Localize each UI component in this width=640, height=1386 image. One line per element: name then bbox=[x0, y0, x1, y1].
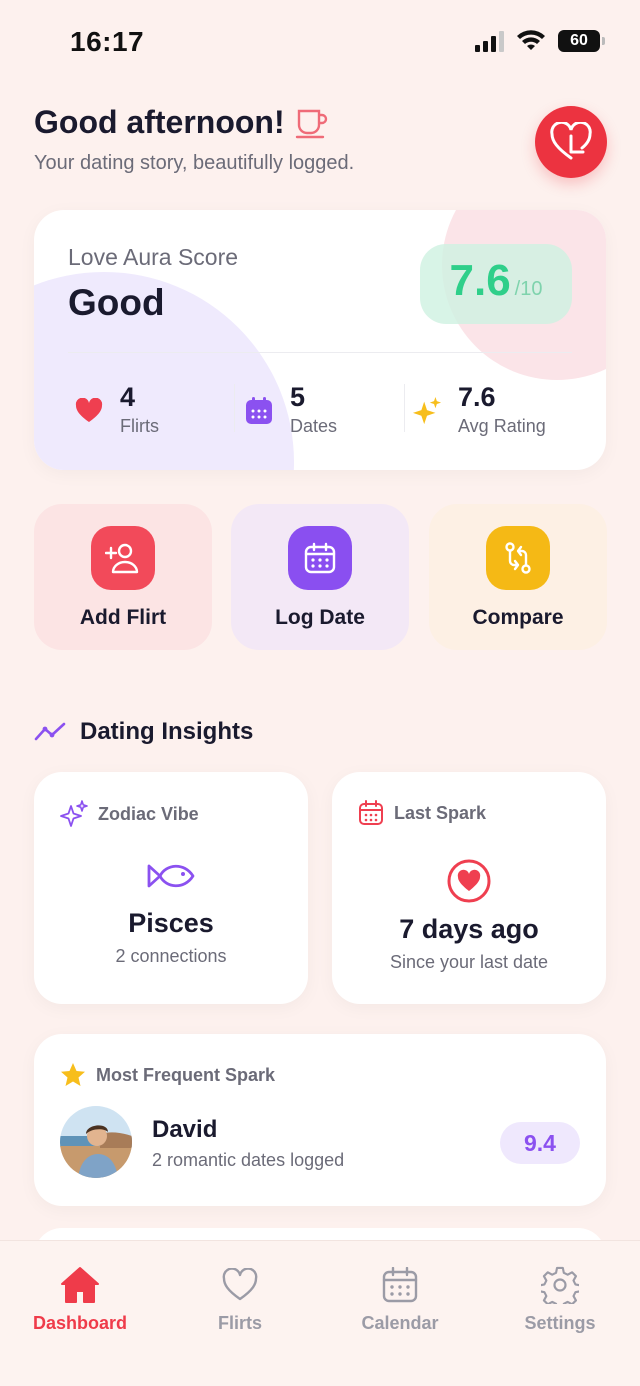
heart-outline-icon bbox=[160, 1265, 320, 1305]
cellular-signal-icon bbox=[475, 30, 504, 52]
heart-icon bbox=[74, 396, 104, 426]
fish-icon bbox=[147, 864, 195, 888]
love-aura-card[interactable]: Love Aura Score Good 7.6 /10 4 Flirts 5 … bbox=[34, 210, 606, 470]
card-header-label: Zodiac Vibe bbox=[98, 803, 199, 824]
stat-label: Avg Rating bbox=[458, 416, 546, 436]
trend-line-icon bbox=[34, 722, 66, 741]
stat-label: Dates bbox=[290, 416, 338, 436]
zodiac-connections: 2 connections bbox=[115, 946, 227, 966]
profile-logo-button[interactable] bbox=[535, 106, 607, 178]
avatar bbox=[60, 1106, 132, 1178]
tab-dashboard[interactable]: Dashboard bbox=[0, 1265, 160, 1345]
stat-value: 4 bbox=[120, 382, 136, 412]
section-title-text: Dating Insights bbox=[80, 718, 254, 745]
calendar-icon bbox=[359, 800, 383, 825]
calendar-icon bbox=[244, 396, 274, 426]
header-subtitle: Your dating story, beautifully logged. bbox=[34, 152, 355, 174]
add-flirt-button[interactable]: Add Flirt bbox=[34, 504, 212, 650]
coffee-cup-icon bbox=[295, 109, 327, 138]
card-header: Last Spark bbox=[358, 800, 486, 826]
calendar-icon bbox=[288, 526, 352, 590]
section-title: Dating Insights bbox=[34, 718, 253, 746]
tab-bar: Dashboard Flirts Calendar Settings bbox=[0, 1240, 640, 1386]
card-header: Zodiac Vibe bbox=[60, 800, 199, 828]
action-label: Add Flirt bbox=[79, 606, 167, 629]
gear-icon bbox=[480, 1265, 640, 1305]
aura-score-max: /10 bbox=[514, 278, 543, 300]
tab-flirts[interactable]: Flirts bbox=[160, 1265, 320, 1345]
zodiac-sign: Pisces bbox=[128, 908, 214, 938]
last-spark-sub: Since your last date bbox=[389, 952, 549, 972]
card-header-label: Last Spark bbox=[394, 802, 487, 823]
tab-label: Dashboard bbox=[32, 1313, 128, 1333]
card-header-label: Most Frequent Spark bbox=[96, 1064, 276, 1085]
star-icon bbox=[61, 1063, 85, 1086]
greeting-text: Good afternoon! bbox=[34, 104, 285, 140]
greeting: Good afternoon! bbox=[34, 104, 329, 141]
zodiac-vibe-card[interactable]: Zodiac Vibe Pisces 2 connections bbox=[34, 772, 308, 1004]
log-date-button[interactable]: Log Date bbox=[231, 504, 409, 650]
tab-label: Flirts bbox=[217, 1313, 262, 1333]
aura-value: Good bbox=[68, 282, 165, 323]
tab-label: Settings bbox=[524, 1313, 596, 1333]
frequent-spark-card[interactable]: Most Frequent Spark David 2 romantic dat… bbox=[34, 1034, 606, 1206]
stat-value: 7.6 bbox=[458, 382, 496, 412]
wifi-icon bbox=[517, 30, 545, 50]
home-icon bbox=[0, 1265, 160, 1305]
heart-logo-icon bbox=[550, 122, 592, 160]
aura-label: Love Aura Score bbox=[68, 244, 239, 270]
status-bar: 16:17 60 bbox=[0, 0, 640, 88]
aura-score-pill: 7.6 /10 bbox=[420, 244, 572, 324]
spark-sub: 2 romantic dates logged bbox=[152, 1150, 345, 1170]
heart-circle-icon bbox=[447, 859, 491, 903]
calendar-outline-icon bbox=[320, 1265, 480, 1305]
tab-settings[interactable]: Settings bbox=[480, 1265, 640, 1345]
battery-level: 60 bbox=[570, 32, 588, 49]
battery-indicator: 60 bbox=[558, 30, 605, 52]
spark-name: David bbox=[152, 1116, 218, 1143]
action-label: Compare bbox=[472, 606, 564, 629]
last-spark-value: 7 days ago bbox=[399, 914, 539, 944]
tab-calendar[interactable]: Calendar bbox=[320, 1265, 480, 1345]
status-icons: 60 bbox=[475, 30, 605, 52]
sparkles-icon bbox=[60, 800, 88, 827]
stat-value: 5 bbox=[290, 382, 306, 412]
spark-score-badge: 9.4 bbox=[500, 1122, 580, 1164]
status-time: 16:17 bbox=[70, 26, 145, 57]
last-spark-card[interactable]: Last Spark 7 days ago Since your last da… bbox=[332, 772, 606, 1004]
divider bbox=[234, 384, 235, 432]
sparkles-icon bbox=[412, 396, 442, 426]
add-user-icon bbox=[91, 526, 155, 590]
compare-icon bbox=[486, 526, 550, 590]
stat-label: Flirts bbox=[120, 416, 159, 436]
action-label: Log Date bbox=[275, 606, 365, 629]
compare-button[interactable]: Compare bbox=[429, 504, 607, 650]
tab-label: Calendar bbox=[361, 1313, 439, 1333]
divider bbox=[68, 352, 572, 353]
card-header: Most Frequent Spark bbox=[60, 1062, 275, 1088]
divider bbox=[404, 384, 405, 432]
aura-score: 7.6 bbox=[449, 256, 511, 305]
